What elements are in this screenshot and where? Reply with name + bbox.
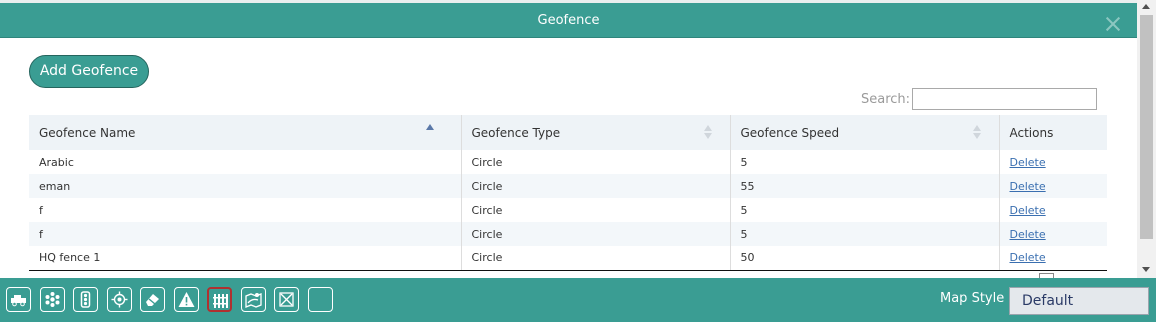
alerts-button[interactable]: [174, 287, 199, 312]
geofence-icon: [213, 294, 228, 308]
cell-name: HQ fence 1: [29, 246, 462, 271]
column-label: Geofence Speed: [740, 125, 840, 140]
delete-link[interactable]: Delete: [1010, 180, 1046, 193]
table-row: f Circle 5 Delete: [29, 198, 1107, 222]
cell-speed: 5: [730, 222, 1000, 246]
vehicle-button[interactable]: [6, 287, 31, 312]
cell-actions: Delete: [999, 246, 1107, 271]
blank-icon: [312, 291, 329, 308]
table-row: HQ fence 1 Circle 50 Delete: [29, 246, 1107, 271]
cell-actions: Delete: [999, 222, 1107, 246]
map-route-icon: [245, 293, 262, 308]
warning-icon: [178, 292, 195, 307]
traffic-button[interactable]: [73, 287, 98, 312]
map-style-select[interactable]: Default: [1009, 287, 1149, 315]
cell-speed: 50: [730, 246, 1000, 271]
table-row: Arabic Circle 5 Delete: [29, 150, 1107, 174]
cell-speed: 55: [730, 174, 1000, 198]
locate-button[interactable]: [107, 287, 132, 312]
delete-link[interactable]: Delete: [1010, 156, 1046, 169]
vehicle-icon: [11, 295, 26, 307]
cell-actions: Delete: [999, 150, 1107, 174]
cell-name: f: [29, 198, 462, 222]
cell-name: Arabic: [29, 150, 462, 174]
sort-icon: [972, 125, 981, 140]
cell-type: Circle: [461, 150, 731, 174]
cell-actions: Delete: [999, 174, 1107, 198]
traffic-light-icon: [80, 291, 91, 308]
cluster-icon: [45, 292, 60, 307]
cell-speed: 5: [730, 150, 1000, 174]
cell-type: Circle: [461, 174, 731, 198]
eraser-button[interactable]: [140, 287, 165, 312]
eraser-icon: [146, 294, 159, 306]
vertical-scrollbar[interactable]: [1137, 0, 1156, 278]
cell-actions: Delete: [999, 198, 1107, 222]
route-button[interactable]: [241, 287, 266, 312]
geofence-window: Geofence Add Geofence Search: Geofence N…: [0, 0, 1156, 322]
cluster-button[interactable]: [40, 287, 65, 312]
column-header-name[interactable]: Geofence Name: [29, 115, 462, 150]
cell-type: Circle: [461, 222, 731, 246]
table-row: eman Circle 55 Delete: [29, 174, 1107, 198]
cell-speed: 5: [730, 198, 1000, 222]
fullscreen-icon: [279, 292, 294, 307]
cell-name: eman: [29, 174, 462, 198]
close-icon[interactable]: [1106, 17, 1120, 31]
column-header-actions: Actions: [999, 115, 1107, 150]
column-label: Actions: [1009, 125, 1054, 140]
table-row: f Circle 5 Delete: [29, 222, 1107, 246]
sort-ascending-icon: [425, 124, 434, 130]
scroll-up-arrow-icon[interactable]: [1142, 4, 1150, 9]
modal-title: Geofence: [537, 13, 600, 28]
cell-type: Circle: [461, 246, 731, 271]
column-header-speed[interactable]: Geofence Speed: [730, 115, 1000, 150]
search-input[interactable]: [912, 88, 1097, 110]
locate-icon: [111, 291, 128, 308]
delete-link[interactable]: Delete: [1010, 228, 1046, 241]
map-style-label: Map Style: [940, 291, 1005, 306]
geofence-button[interactable]: [207, 287, 232, 312]
modal-header: Geofence: [0, 3, 1137, 38]
cell-name: f: [29, 222, 462, 246]
scroll-thumb[interactable]: [1140, 15, 1153, 239]
sort-icon: [703, 125, 712, 140]
column-label: Geofence Name: [39, 125, 136, 140]
add-geofence-button[interactable]: Add Geofence: [29, 55, 149, 88]
blank-button[interactable]: [308, 287, 333, 312]
delete-link[interactable]: Delete: [1010, 204, 1046, 217]
fullscreen-button[interactable]: [274, 287, 299, 312]
geofence-table: Geofence Name Geofence Type Geofence Spe…: [29, 115, 1107, 271]
column-label: Geofence Type: [471, 125, 561, 140]
table-header-row: Geofence Name Geofence Type Geofence Spe…: [29, 115, 1107, 150]
delete-link[interactable]: Delete: [1010, 251, 1046, 264]
search-label: Search:: [861, 92, 911, 107]
scroll-down-arrow-icon[interactable]: [1142, 267, 1150, 272]
column-header-type[interactable]: Geofence Type: [461, 115, 731, 150]
cell-type: Circle: [461, 198, 731, 222]
